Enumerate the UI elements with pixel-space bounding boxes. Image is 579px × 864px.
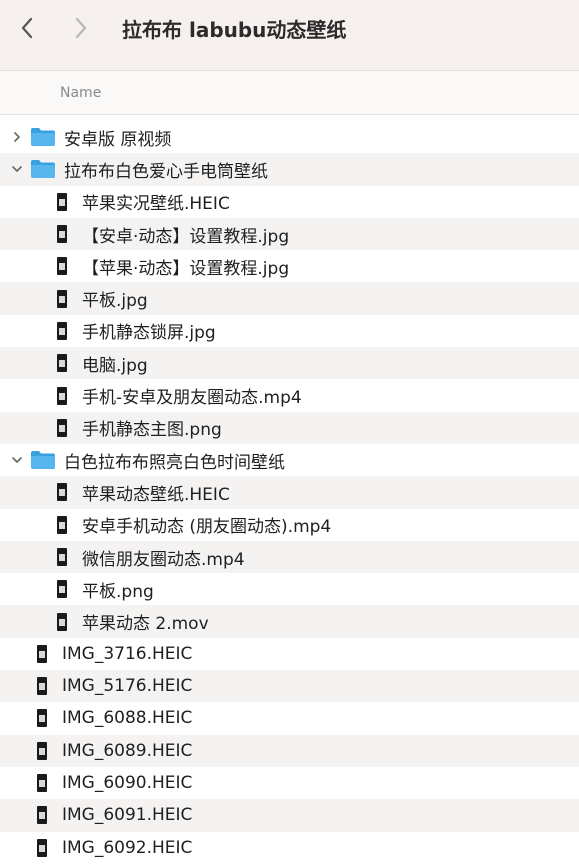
forward-button[interactable] (64, 11, 98, 45)
chevron-right-icon (75, 17, 87, 39)
name-column-header[interactable]: Name (60, 85, 101, 101)
item-name: 安卓手机动态 (朋友圈动态).mp4 (82, 517, 332, 538)
item-name: IMG_6088.HEIC (62, 708, 193, 729)
file-row[interactable]: 苹果动态壁纸.HEIC (0, 476, 579, 509)
item-name: 平板.png (82, 581, 154, 602)
disclosure-closed-icon[interactable] (10, 130, 24, 144)
item-name: 【苹果·动态】设置教程.jpg (82, 258, 290, 279)
image-file-icon (54, 417, 70, 439)
disclosure-open-icon[interactable] (10, 453, 24, 467)
video-file-icon (54, 385, 70, 407)
item-name: 平板.jpg (82, 291, 148, 312)
file-row[interactable]: 苹果动态 2.mov (0, 605, 579, 638)
video-file-icon (54, 546, 70, 568)
file-row[interactable]: 平板.jpg (0, 282, 579, 315)
file-row[interactable]: 微信朋友圈动态.mp4 (0, 540, 579, 574)
item-name: 苹果动态 2.mov (82, 614, 209, 635)
back-button[interactable] (10, 11, 44, 45)
item-name: 手机静态锁屏.jpg (82, 323, 216, 344)
image-file-icon (54, 191, 70, 213)
folder-icon (30, 159, 56, 179)
video-file-icon (54, 514, 70, 536)
item-name: IMG_6091.HEIC (62, 805, 193, 826)
file-row[interactable]: 【苹果·动态】设置教程.jpg (0, 250, 579, 282)
column-header[interactable]: Name (0, 71, 579, 115)
item-name: 电脑.jpg (82, 355, 148, 376)
file-row[interactable]: 平板.png (0, 573, 579, 605)
item-name: 苹果实况壁纸.HEIC (82, 194, 230, 215)
item-name: 微信朋友圈动态.mp4 (82, 549, 245, 570)
folder-icon (30, 450, 56, 470)
image-file-icon (34, 707, 50, 729)
image-file-icon (54, 288, 70, 310)
item-name: 安卓版 原视频 (64, 129, 172, 150)
folder-row[interactable]: 安卓版 原视频 (0, 121, 579, 153)
image-file-icon (54, 578, 70, 600)
file-row[interactable]: IMG_6091.HEIC (0, 799, 579, 832)
file-row[interactable]: 安卓手机动态 (朋友圈动态).mp4 (0, 509, 579, 541)
item-name: 白色拉布布照亮白色时间壁纸 (64, 452, 285, 473)
image-file-icon (54, 481, 70, 503)
item-name: 【安卓·动态】设置教程.jpg (82, 226, 290, 247)
window-title: 拉布布 labubu动态壁纸 (122, 17, 347, 42)
image-file-icon (34, 643, 50, 665)
image-file-icon (34, 740, 50, 762)
image-file-icon (54, 255, 70, 277)
folder-icon (30, 127, 56, 147)
item-name: 苹果动态壁纸.HEIC (82, 484, 230, 505)
item-name: IMG_6090.HEIC (62, 773, 193, 794)
file-row[interactable]: IMG_3716.HEIC (0, 638, 579, 670)
image-file-icon (54, 352, 70, 374)
image-file-icon (34, 804, 50, 826)
image-file-icon (54, 320, 70, 342)
file-row[interactable]: 手机静态主图.png (0, 411, 579, 444)
file-row[interactable]: 手机-安卓及朋友圈动态.mp4 (0, 379, 579, 411)
file-row[interactable]: 【安卓·动态】设置教程.jpg (0, 217, 579, 251)
toolbar-divider (0, 56, 579, 71)
file-row[interactable]: 手机静态锁屏.jpg (0, 315, 579, 347)
file-row[interactable]: IMG_6089.HEIC (0, 734, 579, 767)
image-file-icon (34, 837, 50, 859)
item-name: 拉布布白色爱心手电筒壁纸 (64, 161, 268, 182)
file-row[interactable]: IMG_5176.HEIC (0, 670, 579, 703)
item-name: IMG_6089.HEIC (62, 740, 193, 761)
item-name: IMG_3716.HEIC (62, 643, 193, 664)
image-file-icon (54, 223, 70, 245)
image-file-icon (34, 675, 50, 697)
image-file-icon (34, 772, 50, 794)
disclosure-open-icon[interactable] (10, 162, 24, 176)
item-name: IMG_5176.HEIC (62, 676, 193, 697)
file-row[interactable]: IMG_6090.HEIC (0, 767, 579, 799)
toolbar: 拉布布 labubu动态壁纸 (0, 0, 579, 56)
item-name: 手机-安卓及朋友圈动态.mp4 (82, 388, 302, 409)
file-row[interactable]: 苹果实况壁纸.HEIC (0, 186, 579, 218)
folder-row[interactable]: 白色拉布布照亮白色时间壁纸 (0, 444, 579, 476)
chevron-left-icon (21, 17, 33, 39)
folder-row[interactable]: 拉布布白色爱心手电筒壁纸 (0, 153, 579, 186)
file-row[interactable]: 电脑.jpg (0, 347, 579, 380)
video-file-icon (54, 611, 70, 633)
item-name: 手机静态主图.png (82, 420, 222, 441)
file-row[interactable]: IMG_6088.HEIC (0, 702, 579, 734)
item-name: IMG_6092.HEIC (62, 837, 193, 858)
file-list: 安卓版 原视频拉布布白色爱心手电筒壁纸苹果实况壁纸.HEIC 【安卓·动态】设置教… (0, 115, 579, 864)
